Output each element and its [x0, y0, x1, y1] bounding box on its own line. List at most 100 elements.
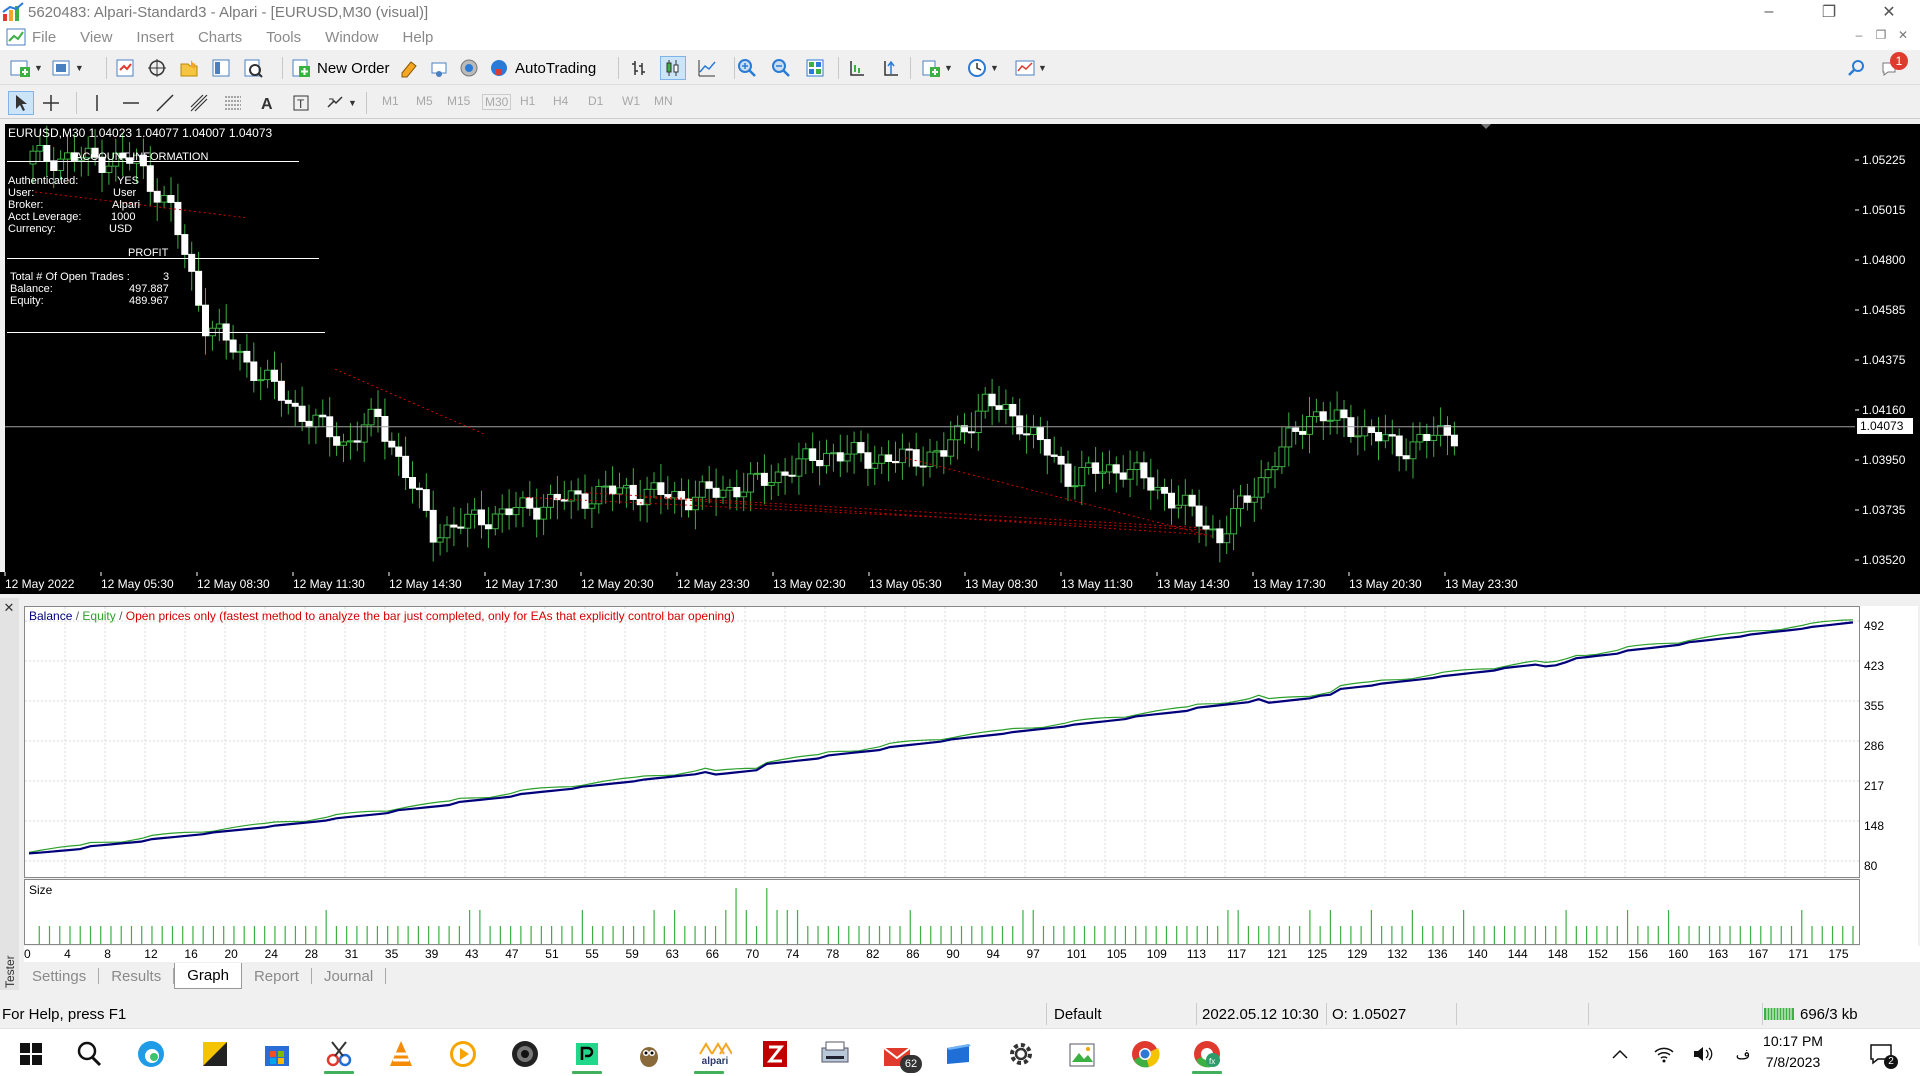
text-icon[interactable]: A [254, 91, 280, 115]
snipping-tool-icon[interactable] [316, 1033, 362, 1075]
autotrading-button[interactable]: AutoTrading [515, 60, 596, 77]
camera-icon[interactable] [502, 1033, 548, 1075]
menu-tools[interactable]: Tools [266, 29, 301, 46]
menu-insert[interactable]: Insert [136, 29, 174, 46]
indicators-dropdown-icon[interactable]: ▼ [944, 63, 953, 73]
edge-icon[interactable] [128, 1033, 174, 1075]
timeframe-h4[interactable]: H4 [553, 94, 568, 108]
timeframe-mn[interactable]: MN [654, 94, 673, 108]
periodicity-icon[interactable] [964, 56, 990, 80]
menu-help[interactable]: Help [403, 29, 434, 46]
navigator-icon[interactable] [176, 56, 202, 80]
arrows-icon[interactable] [322, 91, 348, 115]
tab-journal[interactable]: Journal [312, 963, 385, 989]
mdi-restore-button[interactable]: ❐ [1870, 28, 1892, 46]
fibonacci-icon[interactable] [220, 91, 246, 115]
horizontal-line-icon[interactable] [118, 91, 144, 115]
mail-icon[interactable]: 62 [874, 1033, 922, 1075]
microsoft-store-icon[interactable] [254, 1033, 300, 1075]
zoom-in-icon[interactable] [734, 56, 760, 80]
metaeditor-icon[interactable] [396, 56, 422, 80]
tab-settings[interactable]: Settings [20, 963, 98, 989]
metatrader-taskbar-icon[interactable]: fx [1184, 1033, 1230, 1075]
mdi-close-button[interactable]: ✕ [1892, 28, 1914, 46]
menu-file[interactable]: File [32, 29, 56, 46]
media-player-icon[interactable] [440, 1033, 486, 1075]
tab-graph[interactable]: Graph [174, 963, 242, 989]
equidistant-channel-icon[interactable] [186, 91, 212, 115]
pycharm-icon[interactable] [564, 1033, 610, 1075]
photo-editor-icon[interactable] [1060, 1033, 1106, 1075]
profiles-dropdown-icon[interactable]: ▼ [75, 63, 84, 73]
file-explorer-icon[interactable] [936, 1033, 982, 1075]
notification-center-icon[interactable]: 2 [1862, 1033, 1902, 1075]
strategy-tester-icon[interactable] [240, 56, 266, 80]
settings-icon[interactable] [998, 1033, 1044, 1075]
mdi-minimize-button[interactable]: – [1848, 28, 1870, 46]
line-chart-icon[interactable] [694, 56, 720, 80]
minimize-button[interactable]: – [1746, 0, 1792, 24]
scanner-icon[interactable] [812, 1033, 858, 1075]
signals-icon[interactable] [426, 56, 452, 80]
indicators-icon[interactable] [918, 56, 944, 80]
auto-scroll-icon[interactable] [878, 56, 904, 80]
chrome-icon[interactable] [1122, 1033, 1168, 1075]
alpari-icon[interactable]: alpari [686, 1033, 744, 1075]
templates-dropdown-icon[interactable]: ▼ [1038, 63, 1047, 73]
tile-windows-icon[interactable] [802, 56, 828, 80]
chart-shift-icon[interactable] [844, 56, 870, 80]
candlestick-chart-icon[interactable] [660, 56, 686, 80]
cursor-icon[interactable] [8, 91, 34, 115]
gimp-icon[interactable] [626, 1033, 672, 1075]
search-taskbar-icon[interactable] [66, 1033, 112, 1075]
bar-chart-icon[interactable] [626, 56, 652, 80]
terminal-icon[interactable] [208, 56, 234, 80]
arrows-dropdown-icon[interactable]: ▼ [348, 98, 357, 108]
balance-graph[interactable]: Balance / Equity / Open prices only (fas… [24, 606, 1860, 878]
menu-window[interactable]: Window [325, 29, 378, 46]
market-icon[interactable] [456, 56, 482, 80]
new-order-button[interactable]: New Order [317, 60, 390, 77]
tab-results[interactable]: Results [99, 963, 173, 989]
zoom-out-icon[interactable] [768, 56, 794, 80]
filezilla-icon[interactable] [752, 1033, 798, 1075]
tab-report[interactable]: Report [242, 963, 311, 989]
time-axis[interactable]: 12 May 2022 12 May 05:30 12 May 08:30 12 Ma… [0, 572, 1920, 594]
timeframe-d1[interactable]: D1 [588, 94, 603, 108]
volume-icon[interactable] [1686, 1033, 1722, 1075]
menu-view[interactable]: View [80, 29, 112, 46]
timeframe-w1[interactable]: W1 [622, 94, 640, 108]
text-label-icon[interactable]: T [288, 91, 314, 115]
timeframe-m30[interactable]: M30 [482, 94, 512, 110]
profiles-icon[interactable] [49, 56, 75, 80]
restore-button[interactable]: ❐ [1806, 0, 1852, 24]
periodicity-dropdown-icon[interactable]: ▼ [990, 63, 999, 73]
show-hidden-icons-chevron[interactable] [1602, 1033, 1638, 1075]
vertical-line-icon[interactable] [84, 91, 110, 115]
system-clock[interactable]: 10:17 PM 7/8/2023 [1738, 1031, 1848, 1073]
price-chart[interactable]: EURUSD,M30 1.04023 1.04077 1.04007 1.040… [5, 124, 1855, 572]
windows-start-icon[interactable] [8, 1033, 54, 1075]
trade-size-graph[interactable]: Size [24, 879, 1860, 945]
timeframe-h1[interactable]: H1 [520, 94, 535, 108]
trendline-icon[interactable] [152, 91, 178, 115]
search-icon[interactable] [1844, 56, 1870, 80]
new-order-icon[interactable] [288, 56, 314, 80]
sticky-notes-icon[interactable] [192, 1033, 238, 1075]
wifi-icon[interactable] [1646, 1033, 1682, 1075]
autotrading-icon[interactable] [486, 56, 512, 80]
menu-charts[interactable]: Charts [198, 29, 242, 46]
data-window-icon[interactable] [144, 56, 170, 80]
notifications-icon[interactable]: 1 [1878, 52, 1908, 80]
chart-document-icon[interactable] [6, 28, 26, 46]
new-chart-icon[interactable] [8, 56, 34, 80]
price-axis[interactable]: 1.05225 1.05015 1.04800 1.04585 1.04375 1.041… [1855, 124, 1920, 572]
crosshair-icon[interactable] [38, 91, 64, 115]
tester-close-icon[interactable]: ✕ [1, 600, 17, 615]
candlestick-plot[interactable] [5, 124, 1855, 572]
vlc-icon[interactable] [378, 1033, 424, 1075]
market-watch-icon[interactable] [112, 56, 138, 80]
templates-icon[interactable] [1012, 56, 1038, 80]
timeframe-m1[interactable]: M1 [382, 94, 399, 108]
close-button[interactable]: ✕ [1866, 0, 1912, 24]
